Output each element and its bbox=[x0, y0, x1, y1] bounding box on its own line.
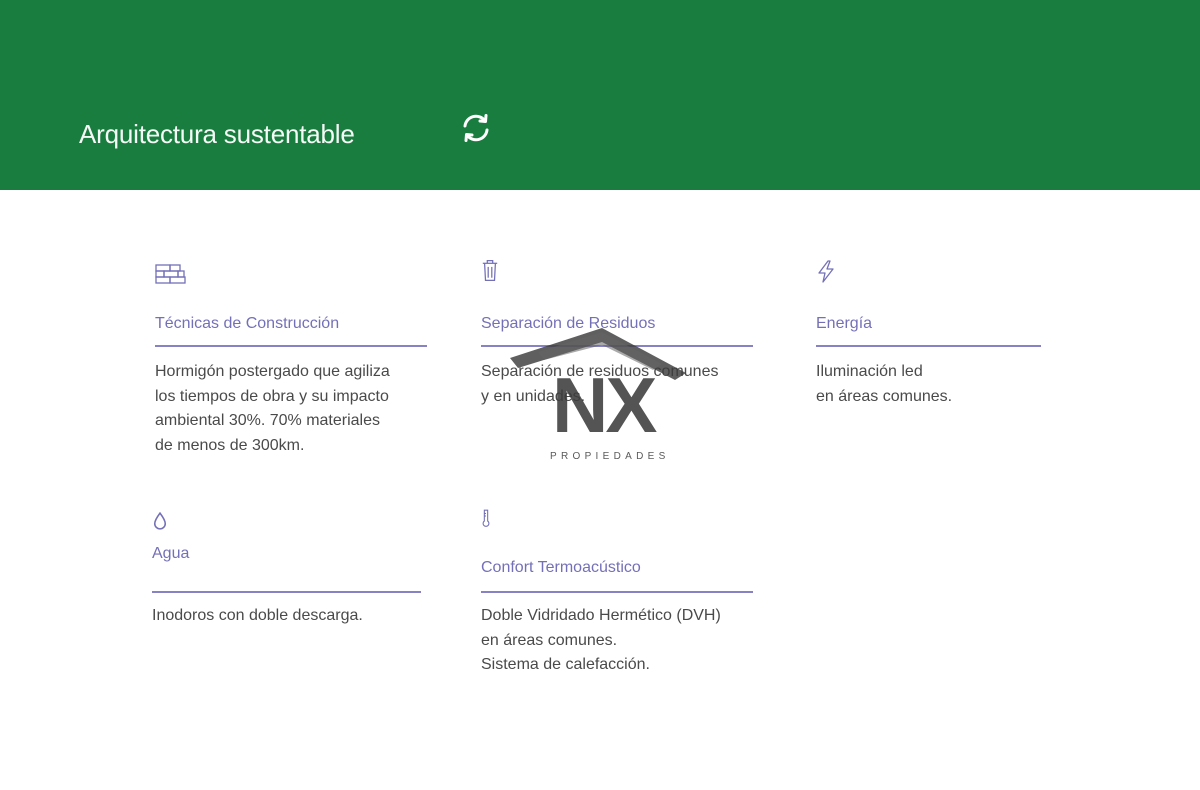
header-banner: Arquitectura sustentable bbox=[0, 0, 1200, 190]
feature-card-confort: Confort Termoacústico Doble Vidridado He… bbox=[481, 507, 756, 687]
feature-title: Energía bbox=[816, 315, 873, 332]
feature-title: Confort Termoacústico bbox=[481, 559, 641, 576]
feature-card-construccion: Técnicas de Construcción Hormigón poster… bbox=[155, 264, 430, 464]
feature-divider bbox=[155, 345, 427, 347]
feature-description: Inodoros con doble descarga. bbox=[152, 607, 363, 624]
feature-card-agua: Agua Inodoros con doble descarga. bbox=[152, 511, 427, 641]
thermometer-icon bbox=[482, 509, 490, 527]
feature-divider bbox=[152, 591, 421, 593]
bricks-icon bbox=[155, 264, 186, 284]
feature-description: Iluminación led en áreas comunes. bbox=[816, 363, 953, 405]
feature-divider bbox=[816, 345, 1041, 347]
refresh-icon[interactable] bbox=[459, 111, 493, 145]
lightning-icon bbox=[818, 260, 834, 283]
page-title: Arquitectura sustentable bbox=[79, 119, 355, 149]
nx-propiedades-watermark: NX PROPIEDADES bbox=[510, 318, 700, 468]
feature-divider bbox=[481, 591, 753, 593]
feature-description: Doble Vidridado Hermético (DVH) en áreas… bbox=[481, 607, 721, 673]
feature-title: Agua bbox=[152, 545, 190, 562]
watermark-letters: NX bbox=[552, 361, 657, 449]
water-drop-icon bbox=[153, 511, 167, 530]
trash-icon bbox=[482, 259, 498, 282]
feature-title: Técnicas de Construcción bbox=[155, 315, 340, 332]
watermark-subtitle: PROPIEDADES bbox=[550, 451, 670, 462]
feature-card-energia: Energía Iluminación led en áreas comunes… bbox=[816, 260, 1046, 410]
feature-description: Hormigón postergado que agiliza los tiem… bbox=[155, 363, 390, 454]
